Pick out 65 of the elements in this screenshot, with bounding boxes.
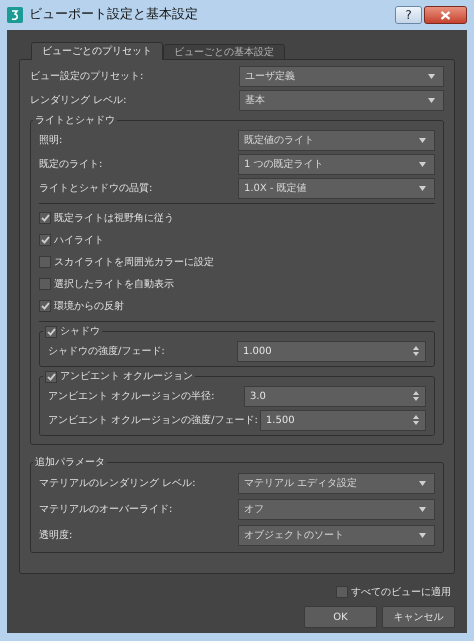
dropdown-arrow-icon xyxy=(419,532,426,538)
checkbox-label: 既定ライトは視野角に従う xyxy=(54,212,174,226)
field-label: シャドウの強度/フェード: xyxy=(48,344,165,358)
checkbox[interactable] xyxy=(45,370,57,382)
dropdown-arrow-icon xyxy=(419,480,426,486)
check-icon xyxy=(46,328,56,336)
help-button[interactable]: ? xyxy=(395,6,422,24)
field-label: マテリアルのオーバーライド: xyxy=(39,502,172,516)
dropdown-arrow-icon xyxy=(419,138,426,142)
checkbox[interactable] xyxy=(39,300,51,312)
checkbox[interactable] xyxy=(336,586,348,598)
checkbox-label: すべてのビューに適用 xyxy=(351,586,451,600)
field-label: アンビエント オクルージョンの半径: xyxy=(48,390,215,404)
checkbox[interactable] xyxy=(39,212,51,224)
dropdown[interactable]: ユーザ定義 xyxy=(239,66,444,86)
checkbox[interactable] xyxy=(39,234,51,246)
field-label: 照明: xyxy=(39,134,62,148)
dropdown-arrow-icon xyxy=(419,186,426,190)
check-icon xyxy=(46,372,56,380)
dropdown[interactable]: 既定値のライト xyxy=(238,130,435,150)
field-label: 透明度: xyxy=(39,528,72,542)
group-title: ライトとシャドウ xyxy=(34,114,116,128)
checkbox[interactable] xyxy=(45,326,57,338)
close-icon xyxy=(440,10,451,20)
dropdown-arrow-icon xyxy=(428,74,435,78)
spinner-field[interactable]: 1.000 xyxy=(237,340,426,362)
group-title: シャドウ xyxy=(60,325,100,339)
spinner-arrows-icon xyxy=(413,415,419,425)
dropdown[interactable]: マテリアル エディタ設定 xyxy=(238,472,435,494)
field-label: ライトとシャドウの品質: xyxy=(39,182,152,196)
app-logo-icon xyxy=(7,7,23,23)
dropdown[interactable]: 1 つの既定ライト xyxy=(238,154,435,174)
checkbox-label: ハイライト xyxy=(54,234,104,248)
dropdown-arrow-icon xyxy=(419,506,426,512)
tab[interactable]: ビューごとの基本設定 xyxy=(163,44,285,60)
checkbox-label: 環境からの反射 xyxy=(54,300,124,314)
field-label: レンダリング レベル: xyxy=(30,94,127,108)
check-icon xyxy=(40,302,50,310)
window-title: ビューポート設定と基本設定 xyxy=(29,6,198,24)
close-button[interactable] xyxy=(424,6,467,24)
dropdown[interactable]: オフ xyxy=(238,498,435,520)
dropdown[interactable]: 1.0X - 既定値 xyxy=(238,178,435,198)
spinner-arrows-icon xyxy=(413,391,419,401)
checkbox[interactable] xyxy=(39,278,51,290)
checkbox[interactable] xyxy=(39,256,51,268)
check-icon xyxy=(40,214,50,222)
group-title: アンビエント オクルージョン xyxy=(60,370,194,384)
dialog-button[interactable]: OK xyxy=(304,606,377,628)
field-label: ビュー設定のプリセット: xyxy=(30,70,144,84)
dropdown-arrow-icon xyxy=(428,98,435,102)
checkbox-label: 選択したライトを自動表示 xyxy=(54,278,174,292)
spinner-field[interactable]: 1.500 xyxy=(260,410,426,430)
field-label: マテリアルのレンダリング レベル: xyxy=(39,476,196,490)
check-icon xyxy=(40,236,50,244)
spinner-arrows-icon xyxy=(413,346,419,356)
checkbox-label: スカイライトを周囲光カラーに設定 xyxy=(54,256,214,270)
tab[interactable]: ビューごとのプリセット xyxy=(31,42,163,60)
dropdown[interactable]: オブジェクトのソート xyxy=(238,524,435,546)
field-label: アンビエント オクルージョンの強度/フェード: xyxy=(48,414,258,428)
dropdown[interactable]: 基本 xyxy=(239,90,444,110)
dialog-button[interactable]: キャンセル xyxy=(382,606,455,628)
group-title: 追加パラメータ xyxy=(34,456,106,470)
dropdown-arrow-icon xyxy=(419,162,426,166)
spinner-field[interactable]: 3.0 xyxy=(244,386,426,406)
field-label: 既定のライト: xyxy=(39,158,102,172)
